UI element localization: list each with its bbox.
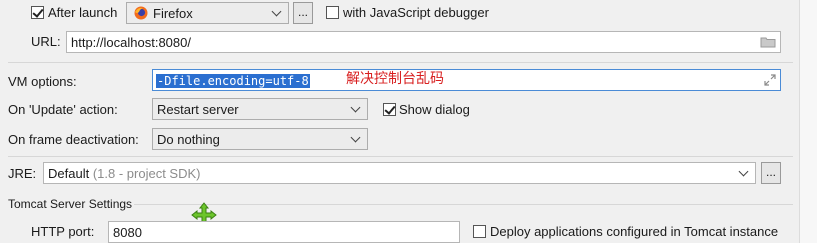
- chevron-down-icon: [738, 166, 749, 177]
- browser-more-button[interactable]: ...: [293, 2, 313, 24]
- jre-label: JRE:: [8, 166, 37, 181]
- on-frame-label: On frame deactivation:: [8, 132, 139, 147]
- url-input[interactable]: http://localhost:8080/: [66, 31, 781, 53]
- deploy-label: Deploy applications configured in Tomcat…: [490, 224, 779, 239]
- jre-hint: (1.8 - project SDK): [92, 166, 201, 181]
- chevron-down-icon: [350, 102, 361, 113]
- on-frame-select[interactable]: Do nothing: [152, 128, 368, 150]
- expand-icon[interactable]: [764, 74, 776, 86]
- after-launch-label: After launch: [48, 5, 118, 20]
- vm-options-input[interactable]: -Dfile.encoding=utf-8: [152, 69, 781, 91]
- jre-select[interactable]: Default (1.8 - project SDK): [43, 162, 756, 184]
- js-debugger-checkbox[interactable]: [326, 6, 339, 19]
- folder-icon[interactable]: [760, 36, 776, 48]
- annotation-note: 解决控制台乱码: [346, 70, 444, 86]
- on-update-select[interactable]: Restart server: [152, 98, 368, 120]
- vm-options-label: VM options:: [8, 74, 77, 89]
- http-port-label: HTTP port:: [31, 224, 95, 239]
- url-label: URL:: [31, 34, 61, 49]
- jre-value-wrap: Default (1.8 - project SDK): [48, 166, 200, 181]
- after-launch-checkbox[interactable]: [31, 6, 44, 19]
- separator: [8, 156, 793, 157]
- on-frame-value: Do nothing: [157, 132, 220, 147]
- scrollbar[interactable]: [799, 0, 817, 243]
- show-dialog-label: Show dialog: [399, 102, 470, 117]
- deploy-checkbox[interactable]: [473, 225, 486, 238]
- jre-value: Default: [48, 166, 90, 181]
- show-dialog-checkbox[interactable]: [383, 103, 396, 116]
- vm-options-value: -Dfile.encoding=utf-8: [156, 74, 310, 88]
- chevron-down-icon: [350, 132, 361, 143]
- on-update-label: On 'Update' action:: [8, 102, 118, 117]
- jre-more-button[interactable]: ...: [761, 162, 781, 184]
- browser-select[interactable]: Firefox: [126, 2, 289, 24]
- separator: [8, 62, 793, 63]
- chevron-down-icon: [271, 6, 282, 17]
- url-value: http://localhost:8080/: [71, 35, 191, 50]
- browser-value: Firefox: [153, 6, 193, 21]
- section-separator: [134, 204, 793, 205]
- js-debugger-label: with JavaScript debugger: [343, 5, 489, 20]
- firefox-icon: [134, 6, 148, 20]
- http-port-value: 8080: [113, 225, 142, 240]
- vm-options-value-wrap: -Dfile.encoding=utf-8: [156, 73, 310, 88]
- on-update-value: Restart server: [157, 102, 239, 117]
- http-port-input[interactable]: 8080: [108, 221, 460, 243]
- tomcat-section-title: Tomcat Server Settings: [8, 197, 133, 211]
